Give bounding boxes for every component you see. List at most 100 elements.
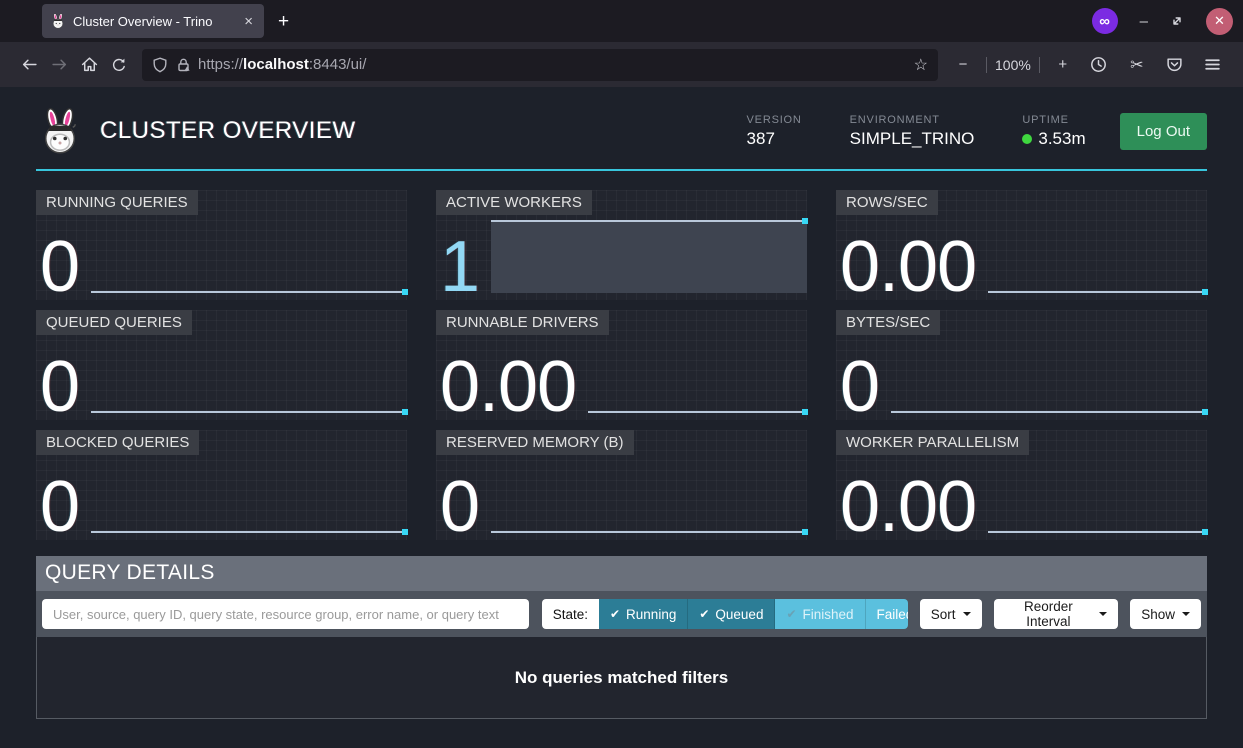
forward-button[interactable] [44, 50, 74, 80]
show-dropdown-button[interactable]: Show [1130, 599, 1201, 629]
stat-label: ROWS/SEC [836, 190, 938, 215]
sparkline-endpoint-dot [1202, 529, 1208, 535]
stat-tile: RUNNABLE DRIVERS0.00 [436, 310, 807, 420]
state-filter-running[interactable]: ✔Running [599, 599, 688, 629]
tracking-shield-icon[interactable] [152, 57, 168, 73]
history-clock-icon[interactable] [1084, 50, 1114, 80]
chevron-down-icon [963, 612, 971, 616]
browser-tab[interactable]: Cluster Overview - Trino × [42, 4, 264, 38]
trino-cluster-page: CLUSTER OVERVIEW VERSION 387 ENVIRONMENT… [0, 87, 1243, 748]
stat-tile: ROWS/SEC 0.00 [836, 190, 1207, 300]
private-browsing-icon: ∞ [1092, 8, 1118, 34]
trino-bunny-logo [36, 107, 84, 155]
stat-tile: ACTIVE WORKERS 1 [436, 190, 807, 300]
url-bar[interactable]: https://localhost:8443/ui/ ☆ [142, 49, 938, 81]
state-filter-label: State: [542, 599, 599, 629]
stat-value: 0.00 [840, 234, 976, 300]
uptime-status-dot [1022, 134, 1032, 144]
sparkline-endpoint-dot [802, 529, 808, 535]
minimize-window-button[interactable]: – [1140, 13, 1148, 30]
stat-label: ACTIVE WORKERS [436, 190, 592, 215]
connection-lock-warning-icon[interactable] [176, 57, 192, 73]
sparkline-chart [588, 340, 807, 413]
sort-dropdown-button[interactable]: Sort [920, 599, 982, 629]
stat-value[interactable]: 1 [440, 234, 479, 300]
uptime-metric: UPTIME 3.53m [1022, 114, 1085, 149]
stat-label: QUEUED QUERIES [36, 310, 192, 335]
new-tab-button[interactable]: + [278, 11, 289, 33]
stat-label: BYTES/SEC [836, 310, 940, 335]
home-button[interactable] [74, 50, 104, 80]
sparkline-chart [891, 340, 1207, 413]
state-filter-finished[interactable]: ✔Finished [775, 599, 865, 629]
environment-metric: ENVIRONMENT SIMPLE_TRINO [850, 114, 975, 149]
reload-button[interactable] [104, 50, 134, 80]
reorder-interval-dropdown-button[interactable]: Reorder Interval [994, 599, 1119, 629]
back-button[interactable] [14, 50, 44, 80]
query-filter-row: State: ✔Running✔Queued✔FinishedFailed So… [36, 591, 1207, 637]
menu-hamburger-icon[interactable] [1198, 50, 1228, 80]
zoom-out-button[interactable]: − [948, 50, 978, 80]
logout-button[interactable]: Log Out [1120, 113, 1207, 150]
stat-label: RUNNING QUERIES [36, 190, 198, 215]
stat-value: 0 [440, 474, 479, 540]
stats-grid: RUNNING QUERIES 0 ACTIVE WORKERS 1 ROWS/SEC 0… [36, 190, 1207, 540]
stat-value: 0 [840, 354, 879, 420]
sparkline-chart [988, 460, 1207, 533]
sparkline-chart [91, 220, 407, 293]
screenshot-scissors-icon[interactable]: ✂ [1122, 50, 1152, 80]
stat-label: BLOCKED QUERIES [36, 430, 199, 455]
sparkline-chart [491, 220, 807, 293]
sparkline-endpoint-dot [402, 289, 408, 295]
sparkline-chart [91, 340, 407, 413]
sparkline-endpoint-dot [802, 409, 808, 415]
tab-title: Cluster Overview - Trino [73, 14, 241, 29]
browser-toolbar: https://localhost:8443/ui/ ☆ − 100% + ✂ [0, 42, 1243, 87]
sparkline-chart [491, 460, 807, 533]
separator [1039, 57, 1040, 73]
sparkline-endpoint-dot [802, 218, 808, 224]
check-icon: ✔ [699, 607, 709, 621]
state-filter-queued[interactable]: ✔Queued [688, 599, 775, 629]
sparkline-endpoint-dot [1202, 409, 1208, 415]
zoom-in-button[interactable]: + [1048, 50, 1078, 80]
query-list-body: No queries matched filters [36, 637, 1207, 719]
stat-label: WORKER PARALLELISM [836, 430, 1029, 455]
restore-window-button[interactable] [1170, 14, 1184, 28]
stat-label: RUNNABLE DRIVERS [436, 310, 609, 335]
sparkline-endpoint-dot [1202, 289, 1208, 295]
stat-tile: BYTES/SEC 0 [836, 310, 1207, 420]
sparkline-endpoint-dot [402, 409, 408, 415]
pocket-icon[interactable] [1160, 50, 1190, 80]
version-metric: VERSION 387 [747, 114, 802, 149]
tab-close-icon[interactable]: × [241, 13, 256, 30]
sparkline-endpoint-dot [402, 529, 408, 535]
separator [986, 57, 987, 73]
query-search-input[interactable] [42, 599, 529, 629]
environment-label: ENVIRONMENT [850, 114, 975, 126]
close-window-button[interactable]: ✕ [1206, 8, 1233, 35]
check-icon: ✔ [786, 607, 796, 621]
chevron-down-icon [1099, 612, 1107, 616]
uptime-label: UPTIME [1022, 114, 1085, 126]
chevron-down-icon [1182, 612, 1190, 616]
stat-label: RESERVED MEMORY (B) [436, 430, 634, 455]
version-label: VERSION [747, 114, 802, 126]
bookmark-star-icon[interactable]: ☆ [914, 55, 928, 75]
page-title: CLUSTER OVERVIEW [100, 117, 356, 145]
stat-tile: WORKER PARALLELISM 0.00 [836, 430, 1207, 540]
zoom-level[interactable]: 100% [995, 57, 1031, 73]
browser-tab-bar: Cluster Overview - Trino × + ∞ – ✕ [0, 0, 1243, 42]
sparkline-chart [988, 220, 1207, 293]
stat-value: 0.00 [840, 474, 976, 540]
stat-value: 0 [40, 234, 79, 300]
query-details-panel: QUERY DETAILS State: ✔Running✔Queued✔Fin… [36, 556, 1207, 719]
url-text: https://localhost:8443/ui/ [198, 56, 366, 73]
environment-value: SIMPLE_TRINO [850, 129, 975, 149]
trino-favicon [50, 13, 66, 29]
uptime-value: 3.53m [1038, 129, 1085, 149]
sparkline-chart [91, 460, 407, 533]
stat-value: 0 [40, 474, 79, 540]
stat-tile: BLOCKED QUERIES 0 [36, 430, 407, 540]
state-filter-failed[interactable]: Failed [866, 599, 908, 629]
